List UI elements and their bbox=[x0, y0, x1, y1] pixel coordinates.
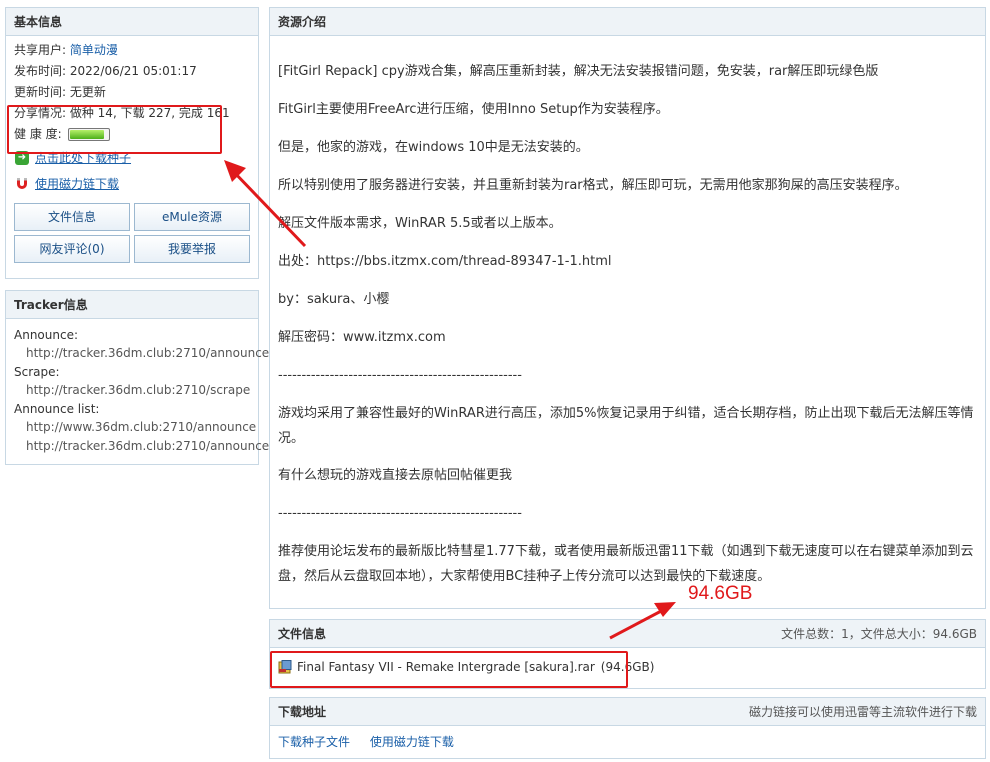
resource-intro-panel: 资源介绍 [FitGirl Repack] cpy游戏合集，解高压重新封装，解决… bbox=[269, 7, 986, 609]
download-title: 下载地址 bbox=[278, 705, 327, 719]
share-user-link[interactable]: 简单动漫 bbox=[70, 43, 118, 57]
file-info-summary: 文件总数：1，文件总大小：94.6GB bbox=[781, 627, 977, 641]
intro-paragraph: 解压文件版本需求，WinRAR 5.5或者以上版本。 bbox=[278, 216, 562, 231]
announce-list-url: http://tracker.36dm.club:2710/announce bbox=[26, 439, 270, 453]
publish-time-value: 2022/06/21 05:01:17 bbox=[69, 64, 197, 78]
file-info-button[interactable]: 文件信息 bbox=[14, 203, 130, 231]
intro-paragraph: 推荐使用论坛发布的最新版比特彗星1.77下载，或者使用最新版迅雷11下载（如遇到… bbox=[278, 544, 974, 584]
scrape-url: http://tracker.36dm.club:2710/scrape bbox=[26, 383, 251, 397]
magnet-download-link[interactable]: 使用磁力链下载 bbox=[35, 171, 119, 197]
share-user-line: 共享用户: 简单动漫 bbox=[14, 40, 250, 61]
intro-paragraph: FitGirl主要使用FreeArc进行压缩，使用Inno Setup作为安装程… bbox=[278, 102, 669, 117]
intro-paragraph: 但是，他家的游戏，在windows 10中是无法安装的。 bbox=[278, 140, 589, 155]
announce-list-label: Announce list: bbox=[14, 402, 100, 416]
tracker-panel: Tracker信息 Announce: http://tracker.36dm.… bbox=[5, 290, 270, 465]
intro-divider: ----------------------------------------… bbox=[278, 368, 522, 383]
publish-time-label: 发布时间: bbox=[14, 64, 67, 78]
update-time-value: 无更新 bbox=[69, 85, 106, 99]
download-links: 下载种子文件 使用磁力链下载 bbox=[278, 728, 977, 756]
announce-list-url: http://www.36dm.club:2710/announce bbox=[26, 420, 257, 434]
file-row-highlight bbox=[270, 651, 628, 688]
intro-paragraph: 游戏均采用了兼容性最好的WinRAR进行高压，添加5%恢复记录用于纠错，适合长期… bbox=[278, 406, 974, 446]
download-panel: 下载地址 磁力链接可以使用迅雷等主流软件进行下载 下载种子文件 使用磁力链下载 bbox=[269, 697, 986, 759]
intro-paragraph: by：sakura、小樱 bbox=[278, 292, 390, 307]
basic-info-header: 基本信息 bbox=[6, 8, 258, 36]
intro-paragraph: 所以特别使用了服务器进行安装，并且重新封装为rar格式，解压即可玩，无需用他家那… bbox=[278, 178, 908, 193]
tracker-header: Tracker信息 bbox=[6, 291, 258, 319]
size-annotation: 94.6GB bbox=[688, 583, 753, 604]
magnet-icon bbox=[17, 178, 27, 189]
announce-label: Announce: bbox=[14, 328, 78, 342]
download-header: 下载地址 磁力链接可以使用迅雷等主流软件进行下载 bbox=[270, 698, 985, 726]
emule-resource-button[interactable]: eMule资源 bbox=[134, 203, 250, 231]
download-seed-file-link[interactable]: 下载种子文件 bbox=[278, 735, 350, 749]
file-info-header: 文件信息 文件总数：1，文件总大小：94.6GB bbox=[270, 620, 985, 648]
magnet-download-row[interactable]: 使用磁力链下载 bbox=[14, 171, 250, 197]
basic-action-buttons: 文件信息 eMule资源 网友评论(0) 我要举报 bbox=[14, 203, 250, 263]
file-info-title: 文件信息 bbox=[278, 627, 327, 641]
download-magnet-link[interactable]: 使用磁力链下载 bbox=[370, 735, 454, 749]
update-time-line: 更新时间: 无更新 bbox=[14, 82, 250, 103]
resource-intro-title: 资源介绍 bbox=[278, 15, 327, 29]
intro-paragraph: 解压密码：www.itzmx.com bbox=[278, 330, 446, 345]
intro-paragraph: 出处：https://bbs.itzmx.com/thread-89347-1-… bbox=[278, 254, 612, 269]
scrape-label: Scrape: bbox=[14, 365, 60, 379]
intro-divider: ----------------------------------------… bbox=[278, 506, 522, 521]
intro-paragraph: 有什么想玩的游戏直接去原帖回帖催更我 bbox=[278, 468, 513, 483]
announce-url: http://tracker.36dm.club:2710/announce bbox=[26, 346, 270, 360]
basic-info-title: 基本信息 bbox=[14, 15, 63, 29]
update-time-label: 更新时间: bbox=[14, 85, 67, 99]
share-status-highlight bbox=[7, 105, 222, 154]
comments-button[interactable]: 网友评论(0) bbox=[14, 235, 130, 263]
report-button[interactable]: 我要举报 bbox=[134, 235, 250, 263]
download-hint: 磁力链接可以使用迅雷等主流软件进行下载 bbox=[748, 705, 977, 719]
intro-paragraph: [FitGirl Repack] cpy游戏合集，解高压重新封装，解决无法安装报… bbox=[278, 64, 879, 79]
tracker-title: Tracker信息 bbox=[14, 298, 88, 312]
publish-time-line: 发布时间: 2022/06/21 05:01:17 bbox=[14, 61, 250, 82]
resource-intro-header: 资源介绍 bbox=[270, 8, 985, 36]
share-user-label: 共享用户: bbox=[14, 43, 67, 57]
